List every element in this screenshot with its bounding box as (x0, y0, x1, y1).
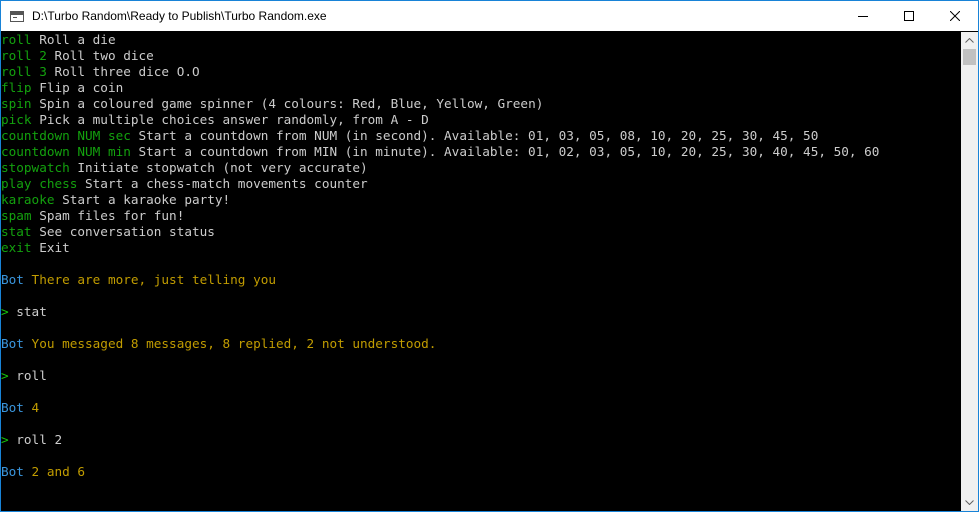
user-command: roll 2 (8, 432, 63, 447)
bot-label: Bot (1, 400, 24, 415)
bot-message: There are more, just telling you (23, 272, 276, 287)
bot-message-line: Bot 4 (1, 400, 961, 416)
minimize-icon (858, 16, 868, 17)
help-description: Start a chess-match movements counter (77, 176, 368, 191)
bot-label: Bot (1, 272, 24, 287)
window-controls (840, 1, 978, 31)
help-line: karaoke Start a karaoke party! (1, 192, 961, 208)
help-description: Spin a coloured game spinner (4 colours:… (31, 96, 544, 111)
user-command: roll (8, 368, 47, 383)
user-command: stat (8, 304, 47, 319)
help-line: play chess Start a chess-match movements… (1, 176, 961, 192)
help-line: exit Exit (1, 240, 961, 256)
help-command: countdown NUM min (1, 144, 131, 159)
help-description: Spam files for fun! (31, 208, 185, 223)
maximize-button[interactable] (886, 1, 932, 31)
title-bar[interactable]: D:\Turbo Random\Ready to Publish\Turbo R… (1, 1, 978, 31)
help-command: roll 3 (1, 64, 47, 79)
scroll-thumb[interactable] (963, 49, 976, 65)
user-input-line: > roll (1, 368, 961, 384)
help-command: countdown NUM sec (1, 128, 131, 143)
vertical-scrollbar[interactable] (961, 32, 978, 511)
input-prompt: > (1, 368, 9, 383)
bot-label: Bot (1, 464, 24, 479)
console-output[interactable]: roll Roll a die roll 2 Roll two dice roll … (1, 32, 961, 511)
help-description: Flip a coin (31, 80, 124, 95)
help-line: stat See conversation status (1, 224, 961, 240)
help-command: karaoke (1, 192, 55, 207)
help-description: Initiate stopwatch (not very accurate) (69, 160, 368, 175)
bot-message: 4 (23, 400, 40, 415)
user-input-line: > roll 2 (1, 432, 961, 448)
bot-message: 2 and 6 (23, 464, 86, 479)
help-description: Exit (31, 240, 70, 255)
help-description: See conversation status (31, 224, 215, 239)
help-command: exit (1, 240, 32, 255)
help-description: Start a karaoke party! (54, 192, 231, 207)
help-command: stopwatch (1, 160, 70, 175)
scroll-up-arrow-icon (965, 38, 974, 43)
minimize-button[interactable] (840, 1, 886, 31)
close-icon (950, 11, 960, 21)
user-input-line: > stat (1, 304, 961, 320)
maximize-icon (904, 11, 914, 21)
bot-message-line: Bot There are more, just telling you (1, 272, 961, 288)
help-line: roll 2 Roll two dice (1, 48, 961, 64)
help-line: spam Spam files for fun! (1, 208, 961, 224)
close-button[interactable] (932, 1, 978, 31)
bot-message: You messaged 8 messages, 8 replied, 2 no… (23, 336, 437, 351)
help-command: spin (1, 96, 32, 111)
console-window-icon[interactable] (10, 10, 24, 22)
help-command: flip (1, 80, 32, 95)
console-window: D:\Turbo Random\Ready to Publish\Turbo R… (0, 0, 979, 512)
window-title: D:\Turbo Random\Ready to Publish\Turbo R… (32, 9, 327, 23)
scroll-down-arrow-icon (965, 500, 974, 505)
help-line: countdown NUM sec Start a countdown from… (1, 128, 961, 144)
bot-message-line: Bot You messaged 8 messages, 8 replied, … (1, 336, 961, 352)
help-description: Roll three dice O.O (46, 64, 200, 79)
help-line: roll 3 Roll three dice O.O (1, 64, 961, 80)
scroll-up-button[interactable] (961, 32, 978, 49)
bot-message-line: Bot 2 and 6 (1, 464, 961, 480)
bot-label: Bot (1, 336, 24, 351)
help-line: countdown NUM min Start a countdown from… (1, 144, 961, 160)
help-line: pick Pick a multiple choices answer rand… (1, 112, 961, 128)
help-line: roll Roll a die (1, 32, 961, 48)
help-command: stat (1, 224, 32, 239)
help-line: stopwatch Initiate stopwatch (not very a… (1, 160, 961, 176)
help-command: play chess (1, 176, 78, 191)
help-description: Roll a die (31, 32, 116, 47)
help-line: flip Flip a coin (1, 80, 961, 96)
help-command: spam (1, 208, 32, 223)
help-line: spin Spin a coloured game spinner (4 col… (1, 96, 961, 112)
scroll-down-button[interactable] (961, 494, 978, 511)
help-command: pick (1, 112, 32, 127)
input-prompt: > (1, 304, 9, 319)
help-command: roll 2 (1, 48, 47, 63)
input-prompt: > (1, 432, 9, 447)
help-command: roll (1, 32, 32, 47)
help-description: Start a countdown from MIN (in minute). … (130, 144, 880, 159)
help-description: Pick a multiple choices answer randomly,… (31, 112, 429, 127)
help-description: Roll two dice (46, 48, 154, 63)
help-description: Start a countdown from NUM (in second). … (130, 128, 819, 143)
